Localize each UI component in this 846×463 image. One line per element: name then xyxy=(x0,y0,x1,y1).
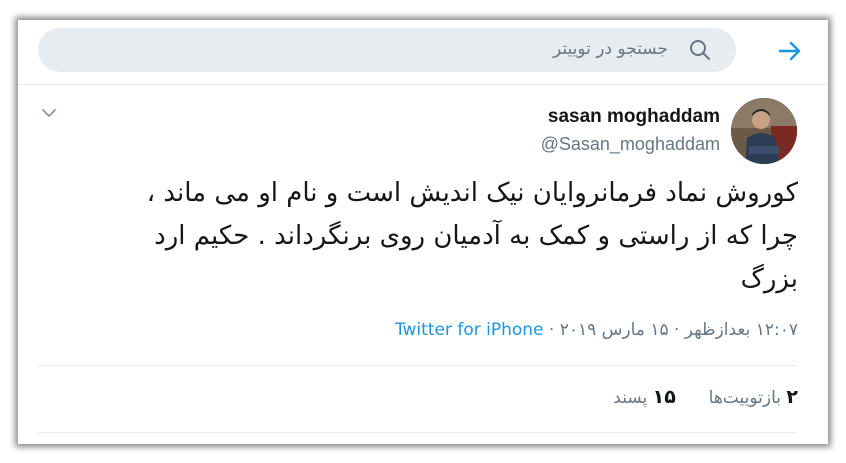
tweet-stats: ۲ بازتوییت‌ها ۱۵ پسند xyxy=(613,386,798,408)
tweet-text-line: بزرگ xyxy=(740,264,798,294)
likes-count: ۱۵ xyxy=(652,386,676,408)
tweet-window: جستجو در توییتر sasan moghaddam @Sasan_m… xyxy=(18,20,828,444)
author-display-name[interactable]: sasan moghaddam xyxy=(548,106,720,128)
tweet-metadata: ۱۲:۰۷ بعدازظهر · ۱۵ مارس ۲۰۱۹ · Twitter … xyxy=(395,320,798,340)
search-placeholder: جستجو در توییتر xyxy=(552,39,668,59)
tweet-text-line: کوروش نماد فرمانروایان نیک اندیش است و ن… xyxy=(146,178,798,208)
search-input[interactable]: جستجو در توییتر xyxy=(38,28,736,72)
tweet-timestamp[interactable]: ۱۲:۰۷ بعدازظهر · ۱۵ مارس ۲۰۱۹ · xyxy=(544,320,798,340)
likes-stat[interactable]: ۱۵ پسند xyxy=(613,386,676,408)
author-handle[interactable]: @Sasan_moghaddam xyxy=(541,134,720,155)
tweet-source-link[interactable]: Twitter for iPhone xyxy=(395,320,544,340)
tweet-text-line: چرا که از راستی و کمک به آدمیان روی برنگ… xyxy=(154,221,798,251)
divider xyxy=(38,365,796,366)
avatar[interactable] xyxy=(731,98,797,164)
retweets-label: بازتوییت‌ها xyxy=(708,388,781,408)
retweets-stat[interactable]: ۲ بازتوییت‌ها xyxy=(709,386,798,408)
retweets-count: ۲ xyxy=(786,386,798,408)
likes-label: پسند xyxy=(613,388,648,408)
arrow-right-icon[interactable] xyxy=(776,37,804,65)
search-icon xyxy=(690,40,710,60)
chevron-down-icon[interactable] xyxy=(40,104,58,122)
avatar-image xyxy=(731,98,797,164)
divider xyxy=(38,432,796,433)
header-bar: جستجو در توییتر xyxy=(18,20,828,85)
